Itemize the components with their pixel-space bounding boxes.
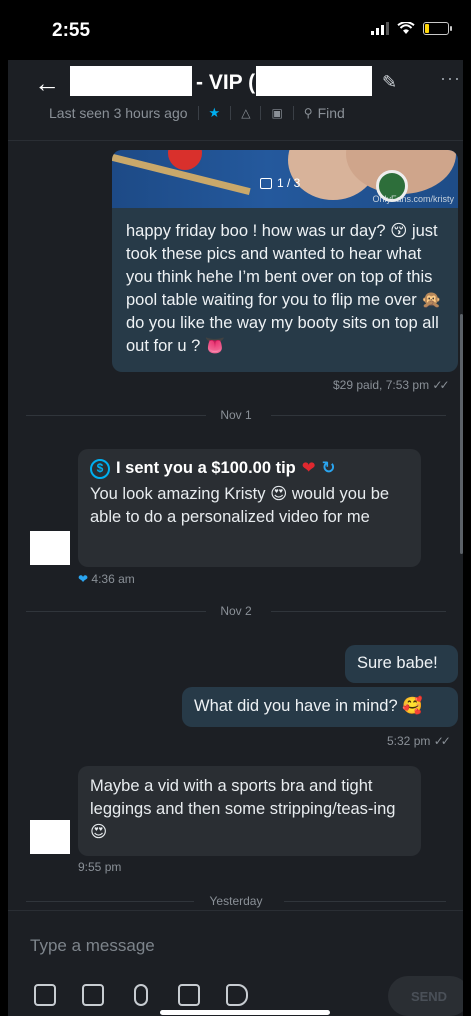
media-preview[interactable]: 1 / 3 OnlyFans.com/kristy bbox=[112, 150, 458, 208]
message-meta: $29 paid, 7:53 pm ✓✓ bbox=[333, 378, 450, 392]
media-count-text: 1 / 3 bbox=[277, 176, 301, 190]
microphone-icon[interactable] bbox=[134, 984, 148, 1006]
calendar-icon[interactable] bbox=[178, 984, 200, 1006]
redacted-name bbox=[70, 66, 192, 96]
chat-title-suffix: - VIP ( bbox=[196, 71, 256, 94]
more-icon[interactable]: ··· bbox=[440, 68, 461, 89]
tip-line: $ I sent you a $100.00 tip ❤ ↻ bbox=[90, 457, 409, 480]
send-button[interactable]: SEND bbox=[388, 976, 463, 1016]
find-button[interactable]: Find bbox=[318, 105, 345, 121]
header-divider bbox=[8, 140, 463, 141]
scrollbar[interactable] bbox=[460, 314, 463, 554]
date-divider: Nov 1 bbox=[26, 408, 446, 422]
message-meta: 5:32 pm ✓✓ bbox=[387, 734, 451, 748]
battery-icon bbox=[423, 22, 452, 35]
media-watermark: OnlyFans.com/kristy bbox=[372, 194, 454, 204]
status-icons bbox=[371, 22, 452, 35]
message-bubble-incoming[interactable]: $ I sent you a $100.00 tip ❤ ↻ You look … bbox=[78, 449, 421, 567]
back-arrow-icon[interactable]: ← bbox=[34, 68, 60, 99]
composer-tools bbox=[34, 984, 248, 1006]
message-time: 9:55 pm bbox=[78, 860, 122, 874]
chat-subheader: Last seen 3 hours ago ★ △ ▣ ⚲ Find bbox=[49, 105, 345, 121]
message-text: happy friday boo ! how was ur day? 😚 jus… bbox=[126, 222, 442, 355]
message-bubble-outgoing[interactable]: Sure babe! bbox=[345, 645, 458, 683]
vault-icon[interactable] bbox=[82, 984, 104, 1006]
message-meta: ❤ 4:36 am bbox=[78, 572, 135, 586]
pencil-icon[interactable]: ✎ bbox=[382, 72, 397, 93]
message-text: What did you have in mind? 🥰 bbox=[194, 697, 423, 715]
signal-icon bbox=[371, 22, 389, 35]
star-icon[interactable]: ★ bbox=[209, 105, 221, 121]
message-bubble-outgoing[interactable]: What did you have in mind? 🥰 bbox=[182, 687, 458, 727]
message-input[interactable]: Type a message bbox=[30, 936, 155, 956]
avatar[interactable] bbox=[30, 531, 70, 565]
wifi-icon bbox=[397, 22, 415, 34]
media-count: 1 / 3 bbox=[260, 176, 300, 190]
heart-icon: ❤ bbox=[301, 459, 316, 477]
dollar-icon: $ bbox=[90, 458, 110, 479]
status-bar: 2:55 bbox=[0, 0, 471, 60]
search-icon[interactable]: ⚲ bbox=[304, 106, 313, 120]
message-meta: 9:55 pm bbox=[78, 860, 121, 874]
date-divider: Nov 2 bbox=[26, 604, 446, 618]
message-bubble-outgoing[interactable]: happy friday boo ! how was ur day? 😚 jus… bbox=[112, 208, 458, 372]
redacted-name-2 bbox=[256, 66, 372, 96]
home-indicator bbox=[160, 1010, 330, 1015]
status-time: 2:55 bbox=[52, 20, 91, 41]
message-price-time: $29 paid, 7:53 pm bbox=[333, 378, 430, 392]
message-text: You look amazing Kristy 😍 would you be a… bbox=[90, 485, 390, 526]
message-time: 4:36 am bbox=[91, 572, 135, 586]
message-text: Sure babe! bbox=[357, 654, 438, 672]
bell-icon[interactable]: △ bbox=[241, 106, 250, 120]
tip-text: I sent you a $100.00 tip bbox=[116, 459, 296, 477]
reply-icon[interactable]: ↻ bbox=[322, 457, 336, 480]
price-tag-icon[interactable] bbox=[226, 984, 248, 1006]
gallery-icon bbox=[260, 177, 272, 189]
last-seen-text: Last seen 3 hours ago bbox=[49, 105, 188, 121]
message-bubble-incoming[interactable]: Maybe a vid with a sports bra and tight … bbox=[78, 766, 421, 856]
chat-screen: ← - VIP ( ✎ ··· Last seen 3 hours ago ★ … bbox=[8, 60, 463, 1016]
message-text: Maybe a vid with a sports bra and tight … bbox=[90, 777, 396, 841]
message-time: 5:32 pm bbox=[387, 734, 431, 748]
composer-divider bbox=[8, 910, 463, 911]
avatar[interactable] bbox=[30, 820, 70, 854]
read-ticks-icon: ✓✓ bbox=[432, 378, 449, 392]
battery-fill bbox=[425, 24, 429, 33]
gallery-icon[interactable]: ▣ bbox=[271, 106, 282, 120]
image-icon[interactable] bbox=[34, 984, 56, 1006]
chat-header: ← - VIP ( ✎ ··· Last seen 3 hours ago ★ … bbox=[8, 60, 463, 140]
date-divider: Yesterday bbox=[26, 894, 446, 908]
read-ticks-icon: ✓✓ bbox=[433, 734, 451, 748]
liked-heart-icon[interactable]: ❤ bbox=[78, 572, 88, 586]
